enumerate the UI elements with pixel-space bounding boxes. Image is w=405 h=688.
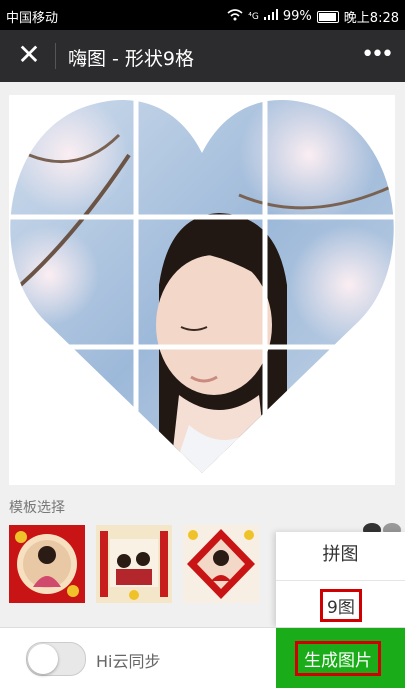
- status-bar: 中国移动 ⁴G 99% 晚上8:28: [0, 0, 405, 30]
- title-bar: ✕ 嗨图 - 形状9格 •••: [0, 30, 405, 82]
- template-section-label: 模板选择: [9, 500, 65, 516]
- sync-label: Hi云同步: [96, 652, 161, 671]
- scroll-template[interactable]: [96, 525, 172, 603]
- sync-toggle[interactable]: [26, 642, 86, 676]
- collage-canvas[interactable]: [9, 95, 395, 485]
- generate-image-button[interactable]: 生成图片: [295, 641, 381, 676]
- template-list: [9, 525, 259, 607]
- close-icon[interactable]: ✕: [14, 40, 44, 70]
- clock: 晚上8:28: [343, 11, 399, 26]
- bottom-bar: Hi云同步 生成图片: [0, 627, 405, 688]
- network-type: ⁴G: [248, 11, 259, 22]
- menu-item-collage[interactable]: 拼图: [276, 540, 405, 566]
- mode-menu: 拼图 9图: [276, 532, 405, 627]
- heart-collage: [9, 95, 395, 485]
- carrier-name: 中国移动: [6, 11, 59, 26]
- toggle-knob: [28, 644, 58, 674]
- red-frame-template[interactable]: [9, 525, 85, 603]
- signal-icon: [263, 9, 278, 24]
- diamond-template[interactable]: [183, 525, 259, 603]
- status-right: ⁴G 99% 晚上8:28: [227, 7, 399, 26]
- page-title: 嗨图 - 形状9格: [68, 48, 195, 70]
- battery-icon: [316, 10, 339, 23]
- menu-item-nine-grid[interactable]: 9图: [320, 589, 362, 622]
- more-dots-icon[interactable]: •••: [361, 42, 394, 67]
- menu-divider: [276, 580, 405, 581]
- generate-area[interactable]: 生成图片: [276, 628, 405, 688]
- battery-percent: 99%: [282, 9, 312, 24]
- title-separator: [55, 43, 56, 69]
- wifi-icon: [227, 8, 243, 25]
